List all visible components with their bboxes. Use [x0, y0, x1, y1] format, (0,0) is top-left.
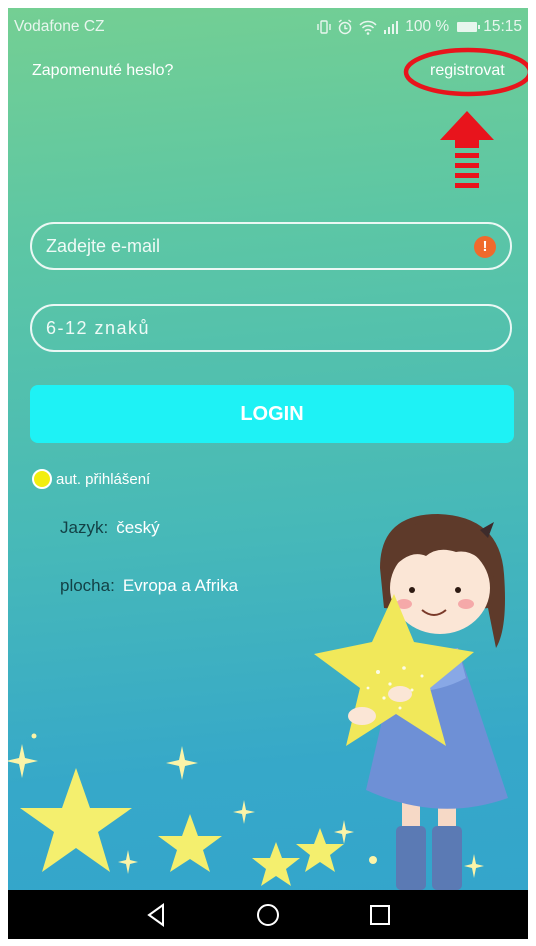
sparkle-illustration [369, 856, 377, 864]
recents-icon[interactable] [365, 900, 395, 930]
navigation-bar [8, 890, 528, 939]
star-illustration [20, 768, 132, 872]
star-illustration [252, 842, 300, 886]
home-icon[interactable] [253, 900, 283, 930]
girl-arm [388, 686, 412, 702]
star-illustration [158, 814, 222, 872]
girl-arm [348, 707, 376, 725]
sparkle-illustration [31, 733, 37, 739]
star-illustration [296, 828, 344, 872]
app-screen: Vodafone CZ 100 % 15:15 Zapomenuté heslo… [8, 8, 528, 939]
background-illustration [8, 514, 508, 890]
back-icon[interactable] [141, 900, 171, 930]
